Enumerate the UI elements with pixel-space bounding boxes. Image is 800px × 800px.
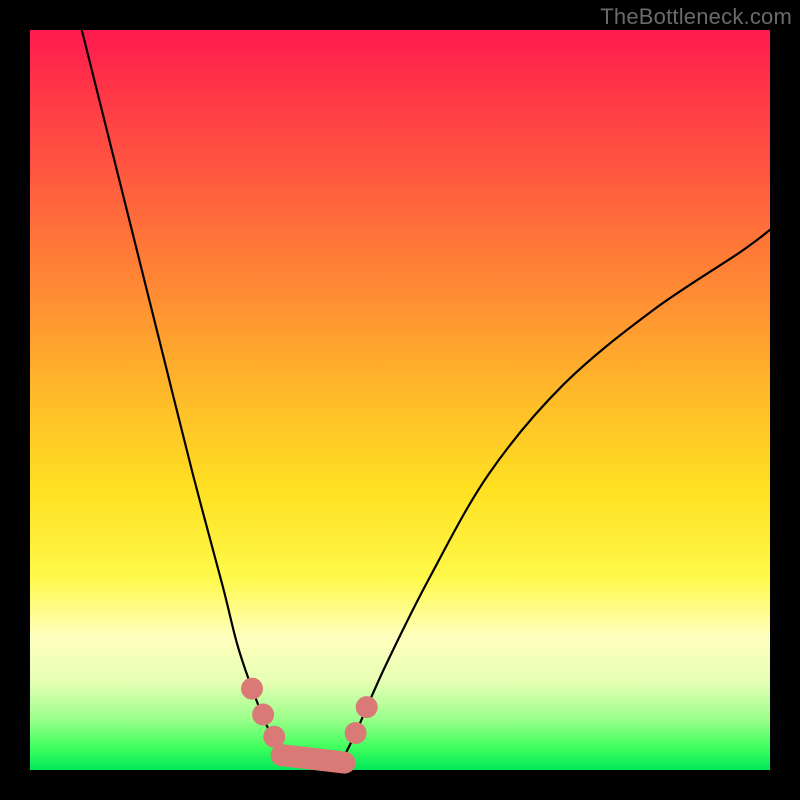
curve-right-branch: [341, 230, 770, 763]
marker-floor-segment: [282, 755, 345, 762]
marker-dot: [241, 678, 263, 700]
marker-dot: [252, 704, 274, 726]
chart-plot: [30, 30, 770, 770]
marker-dot: [356, 696, 378, 718]
curve-left-branch: [82, 30, 278, 748]
marker-dot: [263, 726, 285, 748]
watermark-text: TheBottleneck.com: [600, 4, 792, 30]
marker-group: [241, 678, 378, 748]
marker-dot: [345, 722, 367, 744]
